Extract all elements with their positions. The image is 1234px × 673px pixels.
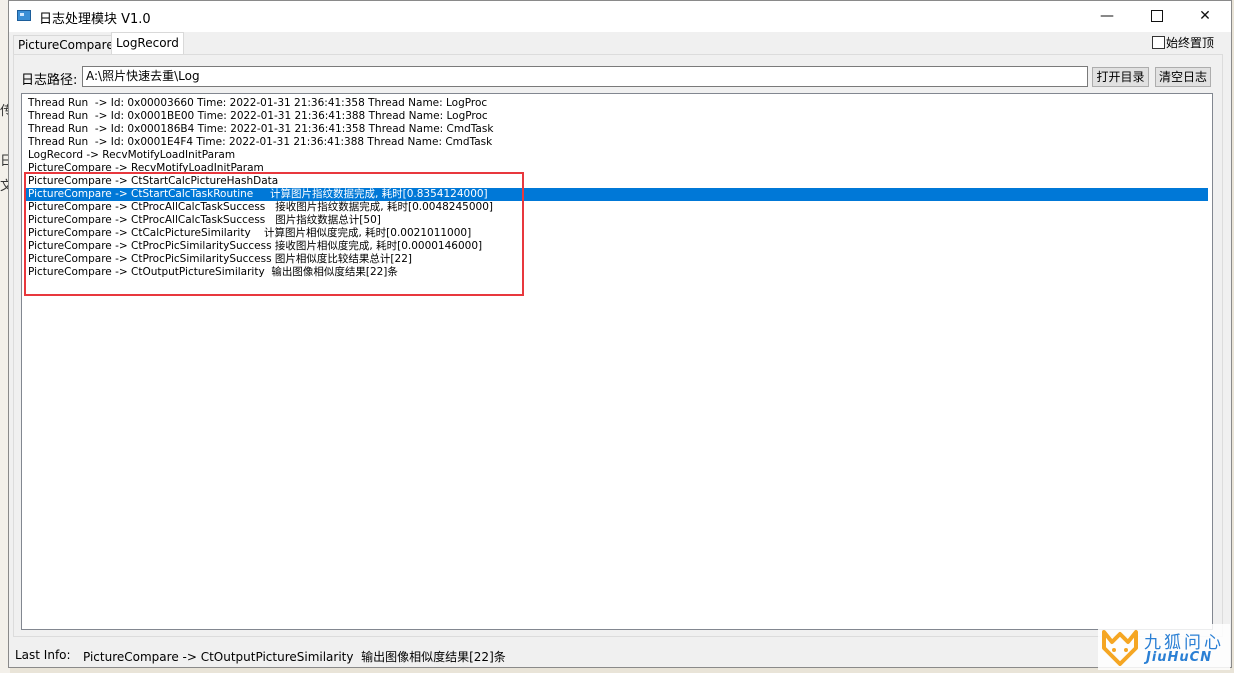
close-icon: ✕ bbox=[1199, 8, 1211, 24]
status-bar: Last Info: PictureCompare -> CtOutputPic… bbox=[9, 641, 1231, 668]
title-bar[interactable]: 日志处理模块 V1.0 — ✕ bbox=[9, 1, 1231, 32]
log-line[interactable]: PictureCompare -> CtProcPicSimilaritySuc… bbox=[24, 253, 412, 266]
log-line[interactable]: Thread Run -> Id: 0x0001BE00 Time: 2022-… bbox=[24, 110, 488, 123]
minimize-icon: — bbox=[1100, 8, 1114, 24]
always-on-top-label: 始终置顶 bbox=[1166, 36, 1215, 50]
checkbox-box[interactable] bbox=[1152, 36, 1165, 49]
log-line[interactable]: Thread Run -> Id: 0x00003660 Time: 2022-… bbox=[24, 97, 487, 110]
log-line[interactable]: PictureCompare -> CtCalcPictureSimilarit… bbox=[24, 227, 471, 240]
log-line[interactable]: Thread Run -> Id: 0x000186B4 Time: 2022-… bbox=[24, 123, 493, 136]
tab-picturecompare[interactable]: PictureCompare bbox=[13, 35, 119, 55]
close-button[interactable]: ✕ bbox=[1182, 1, 1228, 31]
watermark-logo: 九狐问心 JiuHuCN bbox=[1098, 624, 1230, 670]
log-line[interactable]: PictureCompare -> CtStartCalcPictureHash… bbox=[24, 175, 278, 188]
status-label: Last Info: bbox=[15, 648, 71, 662]
status-value: PictureCompare -> CtOutputPictureSimilar… bbox=[83, 650, 506, 664]
log-line[interactable]: PictureCompare -> CtOutputPictureSimilar… bbox=[24, 266, 398, 279]
tab-logrecord[interactable]: LogRecord bbox=[111, 32, 184, 55]
app-icon bbox=[17, 10, 31, 21]
log-line[interactable]: PictureCompare -> CtProcPicSimilaritySuc… bbox=[24, 240, 482, 253]
app-window: 日志处理模块 V1.0 — ✕ PictureCompare LogRecord… bbox=[8, 0, 1232, 668]
log-line[interactable]: PictureCompare -> CtProcAllCalcTaskSucce… bbox=[24, 201, 493, 214]
open-directory-button[interactable]: 打开目录 bbox=[1092, 67, 1149, 87]
log-path-label: 日志路径: bbox=[21, 73, 78, 88]
maximize-button[interactable] bbox=[1134, 1, 1180, 31]
log-line[interactable]: PictureCompare -> CtProcAllCalcTaskSucce… bbox=[24, 214, 381, 227]
log-line[interactable]: PictureCompare -> CtStartCalcTaskRoutine… bbox=[24, 188, 1208, 201]
always-on-top-checkbox[interactable]: 始终置顶 bbox=[1152, 34, 1214, 51]
log-path-input[interactable]: A:\照片快速去重\Log bbox=[82, 66, 1088, 87]
log-list[interactable]: Thread Run -> Id: 0x00003660 Time: 2022-… bbox=[21, 93, 1213, 630]
watermark-en-text: JiuHuCN bbox=[1146, 650, 1213, 665]
window-title: 日志处理模块 V1.0 bbox=[39, 12, 151, 27]
minimize-button[interactable]: — bbox=[1084, 1, 1130, 31]
maximize-icon bbox=[1151, 10, 1163, 22]
clear-log-button[interactable]: 清空日志 bbox=[1155, 67, 1211, 87]
log-line[interactable]: LogRecord -> RecvMotifyLoadInitParam bbox=[24, 149, 235, 162]
fox-logo-icon bbox=[1102, 630, 1138, 666]
log-line[interactable]: PictureCompare -> RecvMotifyLoadInitPara… bbox=[24, 162, 264, 175]
log-line[interactable]: Thread Run -> Id: 0x0001E4F4 Time: 2022-… bbox=[24, 136, 492, 149]
